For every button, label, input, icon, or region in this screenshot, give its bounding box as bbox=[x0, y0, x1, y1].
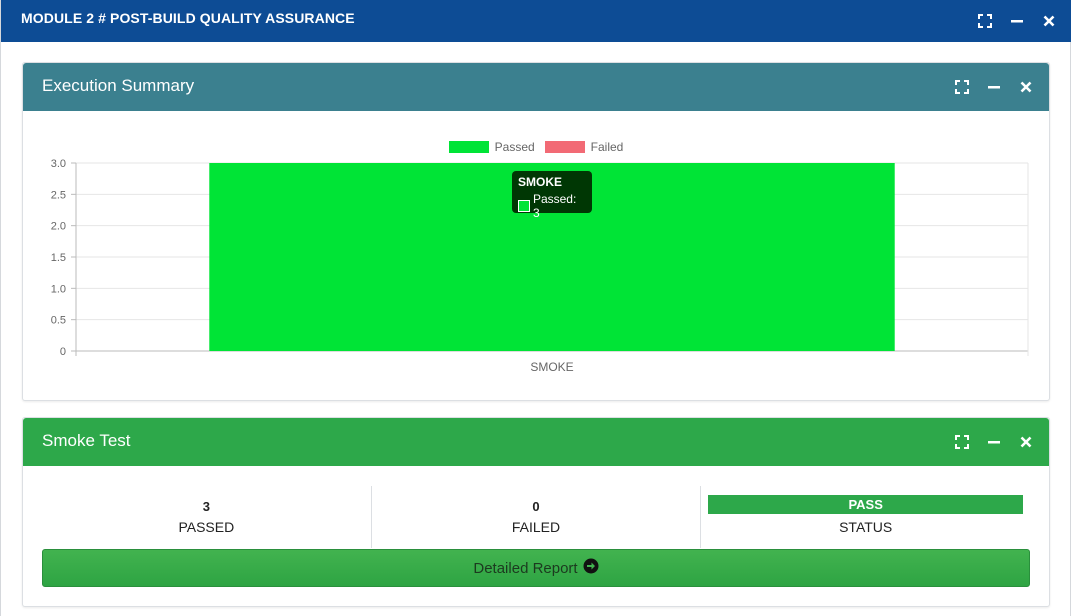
chart-tooltip: SMOKE Passed: 3 bbox=[512, 171, 592, 220]
y-tick-label: 0.5 bbox=[51, 315, 66, 327]
execution-summary-panel: Execution Summary Passed Failed 0 0.5 1.… bbox=[22, 62, 1050, 401]
detailed-report-button[interactable]: Detailed Report bbox=[42, 549, 1030, 587]
y-tick-label: 3.0 bbox=[51, 158, 66, 170]
failed-count: 0 bbox=[532, 499, 540, 514]
x-tick-label: SMOKE bbox=[530, 360, 573, 374]
stat-failed: 0 FAILED bbox=[370, 486, 701, 548]
y-tick-label: 2.0 bbox=[51, 221, 66, 233]
smoke-test-title: Smoke Test bbox=[42, 431, 131, 450]
smoke-test-header: Smoke Test bbox=[23, 418, 1049, 466]
arrow-circle-right-icon bbox=[583, 558, 599, 578]
close-icon[interactable] bbox=[1040, 12, 1058, 30]
module-window: MODULE 2 # POST-BUILD QUALITY ASSURANCE … bbox=[0, 0, 1071, 616]
stat-passed: 3 PASSED bbox=[42, 486, 371, 548]
detailed-report-label: Detailed Report bbox=[473, 559, 578, 577]
window-controls bbox=[976, 0, 1058, 42]
module-title: MODULE 2 # POST-BUILD QUALITY ASSURANCE bbox=[21, 10, 355, 26]
panel-controls bbox=[953, 418, 1035, 466]
execution-bar-chart: 0 0.5 1.0 1.5 2.0 2.5 3.0 SMOKE bbox=[51, 158, 1029, 374]
module-header: MODULE 2 # POST-BUILD QUALITY ASSURANCE bbox=[1, 0, 1071, 42]
y-tick-label: 1.5 bbox=[51, 252, 66, 264]
tooltip-line: Passed: 3 bbox=[518, 192, 586, 220]
smoke-stats: 3 PASSED 0 FAILED PASS STATUS bbox=[42, 486, 1030, 548]
minimize-icon[interactable] bbox=[1008, 12, 1026, 30]
status-badge: PASS bbox=[708, 495, 1024, 514]
status-label: STATUS bbox=[839, 519, 893, 535]
expand-icon[interactable] bbox=[976, 12, 994, 30]
close-icon[interactable] bbox=[1017, 433, 1035, 451]
smoke-test-panel: Smoke Test 3 PASSED 0 FAILED PASS STATUS… bbox=[22, 417, 1050, 607]
y-tick-label: 0 bbox=[60, 346, 66, 358]
passed-count: 3 bbox=[202, 499, 210, 514]
expand-icon[interactable] bbox=[953, 433, 971, 451]
y-tick-label: 2.5 bbox=[51, 189, 66, 201]
tooltip-title: SMOKE bbox=[518, 175, 563, 189]
y-tick-label: 1.0 bbox=[51, 283, 66, 295]
stat-status: PASS STATUS bbox=[700, 486, 1030, 548]
failed-label: FAILED bbox=[511, 519, 561, 535]
tooltip-value: Passed: 3 bbox=[532, 192, 577, 220]
passed-label: PASSED bbox=[178, 519, 235, 535]
tooltip-swatch bbox=[518, 200, 530, 212]
minimize-icon[interactable] bbox=[985, 433, 1003, 451]
